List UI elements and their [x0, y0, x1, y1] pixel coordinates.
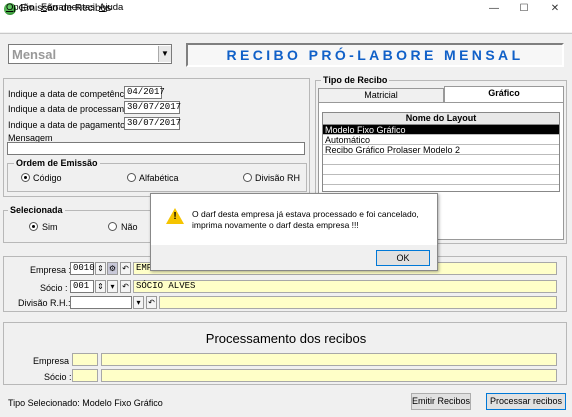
selecionada-nao-radio[interactable]: [108, 222, 117, 231]
ordem-divisao-label: Divisão RH: [255, 173, 301, 183]
competencia-input[interactable]: 04/2017: [124, 86, 165, 99]
processamento-title: Processamento dos recibos: [205, 331, 367, 346]
socio-label: Sócio :: [40, 283, 68, 293]
socio-search-icon[interactable]: ▾: [107, 280, 118, 293]
ordem-codigo-radio[interactable]: [21, 173, 30, 182]
pagamento-input[interactable]: 30/07/2017: [124, 117, 181, 130]
pagamento-label: Indique a data de pagamento: [8, 120, 126, 130]
ordem-alfabetica-label: Alfabética: [139, 173, 179, 183]
mensagem-input[interactable]: [7, 142, 305, 155]
menu-ajuda[interactable]: Ajuda: [99, 2, 123, 13]
ok-button[interactable]: OK: [376, 250, 430, 266]
proc-socio-code: [72, 369, 98, 382]
selecionada-title: Selecionada: [8, 205, 65, 215]
divisao-undo-icon[interactable]: ↶: [146, 296, 157, 309]
tipo-selecionado-text: Tipo Selecionado: Modelo Fixo Gráfico: [8, 398, 163, 408]
selecionada-nao-label: Não: [121, 222, 138, 232]
processamento-label: Indique a data de processamento: [8, 104, 142, 114]
divisao-label: Divisão R.H.:: [18, 298, 71, 308]
tab-grafico[interactable]: Gráfico: [444, 86, 564, 102]
ordem-codigo-label: Código: [33, 173, 62, 183]
list-item[interactable]: Modelo Fixo Gráfico: [323, 125, 559, 135]
socio-spin-icon[interactable]: ⇕: [95, 280, 106, 293]
list-item-empty: [323, 165, 559, 175]
tab-matricial[interactable]: Matricial: [318, 88, 444, 102]
close-icon[interactable]: ✕: [540, 0, 570, 18]
list-item-empty: [323, 175, 559, 185]
emitir-recibos-button[interactable]: Emitir Recibos: [411, 393, 471, 410]
period-combo-value: Mensal: [12, 47, 57, 62]
socio-code-input[interactable]: 001: [70, 280, 94, 293]
receipt-type-banner: RECIBO PRÓ-LABORE MENSAL: [186, 43, 564, 67]
socio-name-field: SÓCIO ALVES: [133, 280, 557, 293]
ordem-divisao-radio[interactable]: [243, 173, 252, 182]
menu-ferramentas[interactable]: Ferramentas: [41, 2, 95, 13]
layout-list-header: Nome do Layout: [323, 113, 559, 125]
list-item-empty: [323, 155, 559, 165]
ordem-title: Ordem de Emissão: [14, 158, 100, 168]
proc-socio-label: Sócio :: [44, 372, 72, 382]
socio-undo-icon[interactable]: ↶: [120, 280, 131, 293]
empresa-code-input[interactable]: 0010: [70, 262, 95, 275]
proc-empresa-code: [72, 353, 98, 366]
selecionada-sim-radio[interactable]: [29, 222, 38, 231]
empresa-search-icon[interactable]: ⚙: [107, 262, 118, 275]
list-item[interactable]: Recibo Gráfico Prolaser Modelo 2: [323, 145, 559, 155]
maximize-icon[interactable]: ☐: [509, 0, 539, 18]
selecionada-sim-label: Sim: [42, 222, 58, 232]
tipo-recibo-title: Tipo de Recibo: [321, 75, 390, 85]
chevron-down-icon[interactable]: ▼: [158, 46, 171, 62]
empresa-undo-icon[interactable]: ↶: [120, 262, 131, 275]
empresa-label: Empresa :: [30, 265, 72, 275]
proc-empresa-label: Empresa :: [33, 356, 75, 366]
list-item[interactable]: Automático: [323, 135, 559, 145]
divisao-name-field: [159, 296, 557, 309]
processamento-input[interactable]: 30/07/2017: [124, 101, 181, 114]
menu-bar: [0, 18, 572, 32]
ordem-alfabetica-radio[interactable]: [127, 173, 136, 182]
menu-separator: [0, 33, 572, 34]
empresa-spin-icon[interactable]: ⇕: [95, 262, 106, 275]
proc-socio-name: [101, 369, 557, 382]
warning-icon-mark: !: [173, 211, 177, 222]
dialog-message: O darf desta empresa já estava processad…: [192, 209, 419, 230]
layout-list[interactable]: Nome do Layout Modelo Fixo Gráfico Autom…: [322, 112, 560, 192]
divisao-dropdown-icon[interactable]: ▾: [133, 296, 144, 309]
menu-opcao[interactable]: Opção: [6, 2, 34, 13]
processar-recibos-button[interactable]: Processar recibos: [486, 393, 566, 410]
divisao-code-input[interactable]: [70, 296, 132, 309]
minimize-icon[interactable]: —: [479, 0, 509, 18]
competencia-label: Indique a data de competência: [8, 89, 132, 99]
proc-empresa-name: [101, 353, 557, 366]
